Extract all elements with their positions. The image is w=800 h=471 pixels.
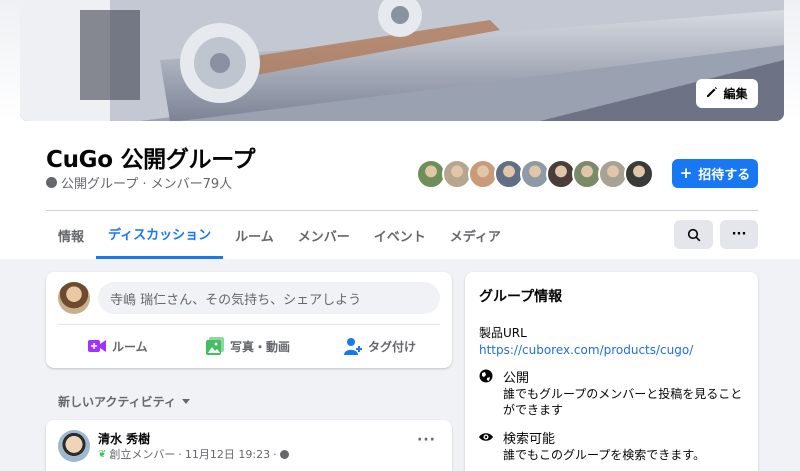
cover-photo: 編集 [20,0,784,121]
post-role: 創立メンバー [109,448,176,461]
search-button[interactable] [674,220,713,249]
member-avatar[interactable] [624,159,654,189]
tab-0[interactable]: 情報 [46,211,96,259]
group-meta: 公開グループ · メンバー79人 [46,173,232,192]
info-item-public: 公開 誰でもグループのメンバーと投稿を見ることができます [479,367,744,418]
info-item-title: 公開 [503,371,530,386]
globe-icon [479,369,493,383]
post-author-name[interactable]: 清水 秀樹 [98,430,150,447]
photo-video-button[interactable]: 写真・動画 [206,330,290,362]
room-button[interactable]: ルーム [88,330,148,362]
feed-post: 清水 秀樹 ❦ 創立メンバー · 11月12日 19:23 · ··· [46,420,452,471]
photo-video-label: 写真・動画 [230,339,291,354]
photo-icon [206,337,224,355]
group-name[interactable]: CuGo 公開グループ [46,140,256,174]
more-options-button[interactable]: ··· [720,220,758,249]
group-tabs: 情報 ディスカッション ルーム メンバー イベント メディア [46,211,513,259]
info-item-desc: 誰でもグループのメンバーと投稿を見ることができます [503,387,743,417]
group-info-title: グループ情報 [479,289,563,305]
pencil-icon [706,86,718,101]
plus-icon: + [679,164,693,182]
invite-button[interactable]: + 招待する [672,159,758,188]
founder-badge-icon: ❦ [98,448,107,460]
eye-icon [479,433,493,441]
edit-cover-button[interactable]: 編集 [696,79,758,108]
info-item-searchable: 検索可能 誰でもこのグループを検索できます。 [479,428,744,463]
post-composer: 寺嶋 瑞仁さん、その気持ち、シェアしよう ルーム 写真・動画 タグ付け [46,272,452,368]
composer-input[interactable]: 寺嶋 瑞仁さん、その気持ち、シェアしよう [98,282,440,314]
cover-photo-image [20,0,784,121]
tab-3[interactable]: メンバー [286,211,362,259]
tag-people-button[interactable]: タグ付け [344,330,416,362]
search-icon [687,228,700,241]
tab-5[interactable]: メディア [438,211,513,259]
avatar[interactable] [58,282,90,314]
globe-icon [46,177,57,188]
tab-1[interactable]: ディスカッション [96,211,224,259]
group-meta-text: 公開グループ · メンバー79人 [61,177,233,192]
invite-label: 招待する [698,168,751,183]
activity-sort-dropdown[interactable]: 新しいアクティビティ [58,393,190,410]
room-label: ルーム [112,339,148,354]
post-author-avatar[interactable] [58,430,90,462]
post-date[interactable]: 11月12日 19:23 [185,446,270,462]
composer-placeholder: 寺嶋 瑞仁さん、その気持ち、シェアしよう [110,292,362,308]
separator-dot: · [273,447,277,461]
chevron-down-icon [181,399,190,404]
more-icon: ··· [731,227,747,242]
tag-people-icon [344,338,362,355]
member-avatars[interactable] [416,159,654,189]
video-room-icon [88,340,106,352]
tab-4[interactable]: イベント [362,211,438,259]
activity-sort-label: 新しいアクティビティ [58,395,176,409]
cover-side-left [0,0,20,121]
composer-divider [58,324,440,325]
tag-people-label: タグ付け [368,339,417,354]
edit-cover-label: 編集 [723,87,748,101]
info-item-desc: 誰でもこのグループを検索できます。 [503,448,706,462]
product-url-link[interactable]: https://cuborex.com/products/cugo/ [479,343,744,357]
info-item-title: 検索可能 [503,432,556,447]
product-url-label: 製品URL [479,326,527,340]
separator-dot: · [178,447,182,461]
tab-2[interactable]: ルーム [223,211,286,259]
post-meta: ❦ 創立メンバー · 11月12日 19:23 · [98,446,289,462]
globe-icon [279,449,289,459]
group-info-card: グループ情報 製品URL https://cuborex.com/product… [465,272,758,471]
post-options-button[interactable]: ··· [417,432,436,448]
